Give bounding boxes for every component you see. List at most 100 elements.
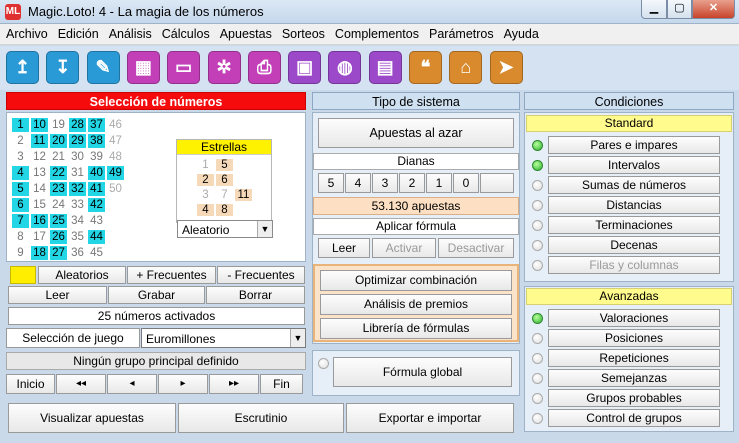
number-cell[interactable]: 50	[107, 182, 124, 196]
menu-6[interactable]: Complementos	[329, 24, 423, 41]
menu-2[interactable]: Análisis	[103, 24, 156, 41]
number-cell[interactable]: 29	[69, 134, 86, 148]
number-cell[interactable]: 43	[88, 214, 105, 228]
optimizar-button[interactable]: Optimizar combinación	[320, 270, 512, 291]
number-cell[interactable]: 14	[31, 182, 48, 196]
diana-button[interactable]: 1	[426, 173, 452, 193]
condition-button[interactable]: Grupos probables	[548, 389, 720, 407]
number-cell[interactable]: 15	[31, 198, 48, 212]
number-cell[interactable]: 4	[12, 166, 29, 180]
apuestas-azar-button[interactable]: Apuestas al azar	[318, 118, 514, 148]
menu-8[interactable]: Ayuda	[498, 24, 543, 41]
diana-button[interactable]: 3	[372, 173, 398, 193]
minimize-icon[interactable]: ▁	[641, 0, 667, 19]
number-cell[interactable]: 26	[50, 230, 67, 244]
number-cell[interactable]: 40	[88, 166, 105, 180]
menos-frecuentes-button[interactable]: - Frecuentes	[217, 266, 305, 284]
number-cell[interactable]: 3	[12, 150, 29, 164]
inicio-button[interactable]: Inicio	[6, 374, 55, 394]
libreria-formulas-button[interactable]: Librería de fórmulas	[320, 318, 512, 339]
number-cell[interactable]: 27	[50, 246, 67, 260]
chevron-down-icon[interactable]: ▼	[257, 221, 272, 237]
condition-button[interactable]: Terminaciones	[548, 216, 720, 234]
diana-button[interactable]: 2	[399, 173, 425, 193]
star-cell[interactable]: 3	[197, 189, 214, 201]
number-cell[interactable]: 41	[88, 182, 105, 196]
house-icon[interactable]: ⌂	[449, 51, 483, 84]
formula-leer-button[interactable]: Leer	[318, 238, 370, 258]
number-cell[interactable]: 38	[88, 134, 105, 148]
diana-button[interactable]: 0	[453, 173, 479, 193]
number-cell[interactable]: 28	[69, 118, 86, 132]
number-cell[interactable]: 31	[69, 166, 86, 180]
last-arrow-icon[interactable]: ▸▸	[209, 374, 259, 394]
star-cell[interactable]: 11	[235, 189, 252, 201]
diana-button[interactable]: 5	[318, 173, 344, 193]
upload-icon[interactable]: ↥	[6, 51, 39, 84]
condition-button[interactable]: Decenas	[548, 236, 720, 254]
number-cell[interactable]: 49	[107, 166, 124, 180]
condition-button[interactable]: Control de grupos	[548, 409, 720, 427]
number-cell[interactable]: 7	[12, 214, 29, 228]
close-icon[interactable]: ✕	[692, 0, 735, 19]
star-cell[interactable]: 7	[216, 189, 233, 201]
activar-button[interactable]: Activar	[372, 238, 436, 258]
number-cell[interactable]: 32	[69, 182, 86, 196]
number-cell[interactable]: 12	[31, 150, 48, 164]
menu-5[interactable]: Sorteos	[276, 24, 329, 41]
number-cell[interactable]: 21	[50, 150, 67, 164]
aleatorio-select[interactable]: Aleatorio ▼	[177, 220, 273, 238]
analisis-premios-button[interactable]: Análisis de premios	[320, 294, 512, 315]
star-cell[interactable]: 2	[197, 174, 214, 186]
menu-7[interactable]: Parámetros	[423, 24, 498, 41]
first-arrow-icon[interactable]: ◂◂	[56, 374, 106, 394]
mas-frecuentes-button[interactable]: + Frecuentes	[127, 266, 216, 284]
number-cell[interactable]: 44	[88, 230, 105, 244]
number-cell[interactable]: 20	[50, 134, 67, 148]
borrar-button[interactable]: Borrar	[206, 286, 305, 304]
star-cell[interactable]: 6	[216, 174, 233, 186]
number-cell[interactable]: 35	[69, 230, 86, 244]
color-swatch[interactable]	[10, 266, 36, 284]
speech-bubbles-icon[interactable]: ❝	[409, 51, 442, 84]
number-cell[interactable]: 30	[69, 150, 86, 164]
exportar-importar-button[interactable]: Exportar e importar	[346, 403, 514, 433]
chevron-down-icon[interactable]: ▼	[290, 329, 305, 347]
next-arrow-icon[interactable]: ▸	[158, 374, 208, 394]
diana-button[interactable]: 4	[345, 173, 371, 193]
condition-button[interactable]: Valoraciones	[548, 309, 720, 327]
globe-icon[interactable]: ◍	[328, 51, 362, 84]
number-cell[interactable]: 42	[88, 198, 105, 212]
number-cell[interactable]: 37	[88, 118, 105, 132]
number-cell[interactable]: 5	[12, 182, 29, 196]
number-cell[interactable]: 24	[50, 198, 67, 212]
grabar-button[interactable]: Grabar	[108, 286, 205, 304]
condition-button[interactable]: Semejanzas	[548, 369, 720, 387]
desactivar-button[interactable]: Desactivar	[438, 238, 514, 258]
number-cell[interactable]: 48	[107, 150, 124, 164]
number-cell[interactable]: 23	[50, 182, 67, 196]
number-cell[interactable]: 2	[12, 134, 29, 148]
prev-arrow-icon[interactable]: ◂	[107, 374, 157, 394]
number-cell[interactable]: 39	[88, 150, 105, 164]
condition-button[interactable]: Intervalos	[548, 156, 720, 174]
star-cell[interactable]: 8	[216, 204, 233, 216]
menu-3[interactable]: Cálculos	[156, 24, 214, 41]
number-cell[interactable]: 47	[107, 134, 124, 148]
juego-select[interactable]: Euromillones ▼	[141, 328, 306, 348]
number-cell[interactable]: 17	[31, 230, 48, 244]
aleatorios-button[interactable]: Aleatorios	[38, 266, 126, 284]
number-cell[interactable]: 18	[31, 246, 48, 260]
menu-1[interactable]: Edición	[52, 24, 103, 41]
number-cell[interactable]: 10	[31, 118, 48, 132]
news-icon[interactable]: ▤	[368, 51, 402, 84]
number-cell[interactable]: 1	[12, 118, 29, 132]
number-cell[interactable]: 45	[88, 246, 105, 260]
number-cell[interactable]: 13	[31, 166, 48, 180]
condition-button[interactable]: Filas y columnas	[548, 256, 720, 274]
floppy-disk-icon[interactable]: ▣	[288, 51, 322, 84]
visualizar-apuestas-button[interactable]: Visualizar apuestas	[8, 403, 176, 433]
leer-button[interactable]: Leer	[8, 286, 107, 304]
folder-icon[interactable]: ▭	[167, 51, 201, 84]
condition-button[interactable]: Sumas de números	[548, 176, 720, 194]
